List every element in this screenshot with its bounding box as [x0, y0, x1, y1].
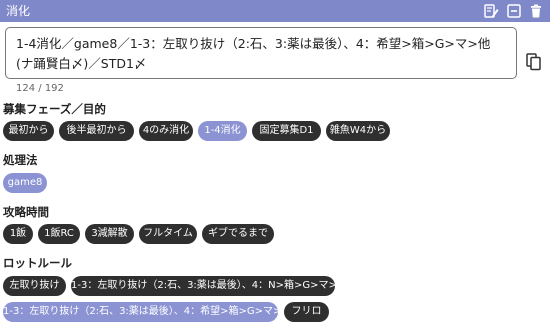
- chip-phase-5[interactable]: 雑魚W4から: [326, 121, 390, 141]
- chip-time-0[interactable]: 1飯: [3, 224, 33, 244]
- chip-phase-3[interactable]: 1-4消化: [198, 121, 247, 141]
- chip-group-phase: 最初から 後半最初から 4のみ消化 1-4消化 固定募集D1 雑魚W4から: [3, 121, 543, 141]
- section-label-time: 攻略時間: [3, 205, 49, 219]
- chip-lot-3[interactable]: フリロ: [284, 302, 329, 322]
- chip-group-lot-row2: 1-3：左取り抜け（2:石、3:薬は最後）、4：希望>箱>G>マ>他 フリロ: [3, 302, 543, 322]
- dialog-title: 消化: [6, 4, 31, 18]
- memo-textarea[interactable]: 1-4消化／game8／1-3：左取り抜け（2:石、3:薬は最後）、4：希望>箱…: [5, 27, 517, 79]
- dialog-titlebar: 消化: [0, 0, 550, 22]
- chip-time-2[interactable]: 3減解散: [85, 224, 134, 244]
- chip-time-3[interactable]: フルタイム: [139, 224, 197, 244]
- copy-icon[interactable]: [526, 53, 542, 71]
- chip-time-1[interactable]: 1飯RC: [38, 224, 80, 244]
- chip-phase-1[interactable]: 後半最初から: [59, 121, 134, 141]
- collapse-icon[interactable]: [506, 3, 522, 19]
- chip-lot-2[interactable]: 1-3：左取り抜け（2:石、3:薬は最後）、4：希望>箱>G>マ>他: [3, 302, 278, 322]
- chip-phase-0[interactable]: 最初から: [3, 121, 54, 141]
- edit-note-icon[interactable]: [483, 3, 499, 19]
- chip-lot-1[interactable]: 1-3：左取り抜け（2:石、3:薬は最後）、4：N>箱>G>マ>他: [71, 276, 335, 296]
- memo-text: 1-4消化／game8／1-3：左取り抜け（2:石、3:薬は最後）、4：希望>箱…: [16, 36, 491, 71]
- chip-phase-4[interactable]: 固定募集D1: [252, 121, 321, 141]
- chip-lot-0[interactable]: 左取り抜け: [3, 276, 66, 296]
- chip-group-method: game8: [3, 173, 63, 193]
- section-label-phase: 募集フェーズ／目的: [3, 102, 106, 116]
- chip-phase-2[interactable]: 4のみ消化: [139, 121, 193, 141]
- chip-method-0[interactable]: game8: [3, 173, 47, 193]
- char-counter: 124 / 192: [16, 83, 64, 94]
- section-label-lot: ロットルール: [3, 256, 72, 270]
- chip-group-lot-row1: 左取り抜け 1-3：左取り抜け（2:石、3:薬は最後）、4：N>箱>G>マ>他: [3, 276, 543, 296]
- chip-time-4[interactable]: ギブでるまで: [202, 224, 274, 244]
- section-label-method: 処理法: [3, 153, 38, 167]
- trash-icon[interactable]: [528, 3, 544, 19]
- chip-group-time: 1飯 1飯RC 3減解散 フルタイム ギブでるまで: [3, 224, 543, 244]
